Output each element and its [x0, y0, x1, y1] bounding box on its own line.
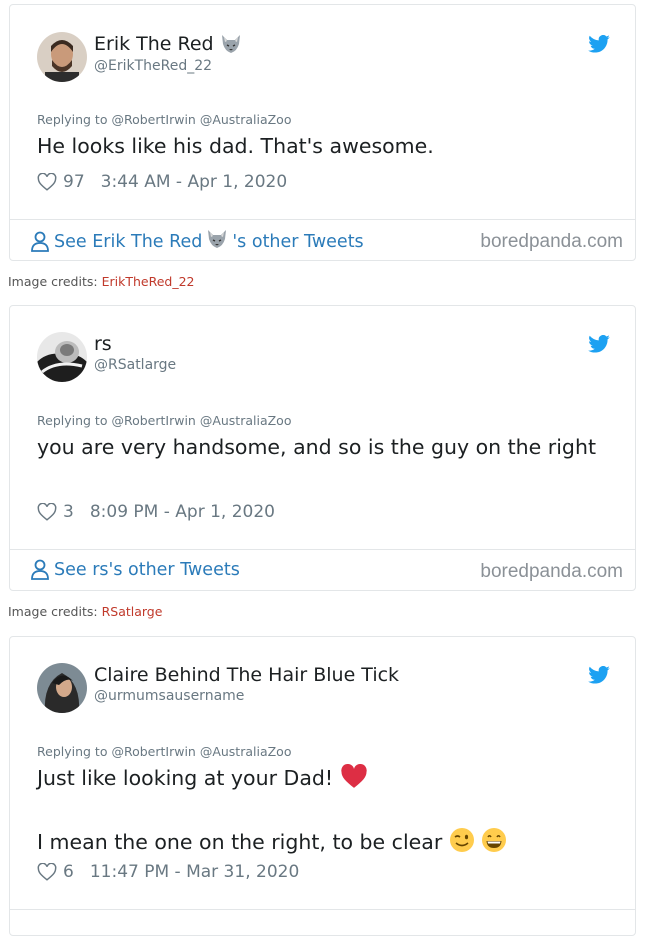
divider: [10, 549, 635, 550]
grinning-face-emoji-icon: [481, 827, 507, 861]
tweet-meta: 97 3:44 AM - Apr 1, 2020: [37, 172, 287, 192]
wolf-emoji-icon: [206, 229, 228, 254]
author-name[interactable]: Erik The Red: [94, 33, 242, 59]
see-other-tweets-link[interactable]: See rs's other Tweets: [30, 559, 240, 581]
replying-to: Replying to @RobertIrwin @AustraliaZoo: [37, 413, 292, 428]
like-count[interactable]: 6: [63, 862, 74, 882]
heart-outline-icon[interactable]: [37, 173, 57, 191]
tweet-text: you are very handsome, and so is the guy…: [37, 435, 596, 459]
tweet-meta: 6 11:47 PM - Mar 31, 2020: [37, 862, 299, 882]
heart-outline-icon[interactable]: [37, 503, 57, 521]
tweet-card-1: Erik The Red @ErikTheRed_22 Replying to …: [9, 4, 636, 261]
see-other-tweets-link[interactable]: See Erik The Red 's other Tweets: [30, 229, 364, 254]
divider: [10, 909, 635, 910]
replying-to: Replying to @RobertIrwin @AustraliaZoo: [37, 744, 292, 759]
like-count[interactable]: 97: [63, 172, 85, 192]
avatar[interactable]: [37, 332, 87, 382]
reply-mentions[interactable]: @RobertIrwin @AustraliaZoo: [111, 744, 291, 759]
replying-to: Replying to @RobertIrwin @AustraliaZoo: [37, 112, 292, 127]
watermark: boredpanda.com: [480, 561, 623, 582]
watermark: boredpanda.com: [480, 231, 623, 252]
reply-mentions[interactable]: @RobertIrwin @AustraliaZoo: [111, 112, 291, 127]
author-name[interactable]: rs: [94, 333, 112, 355]
author-handle[interactable]: @ErikTheRed_22: [94, 58, 212, 74]
author-handle[interactable]: @RSatlarge: [94, 357, 176, 373]
divider: [10, 219, 635, 220]
image-credit: Image credits: RSatlarge: [8, 604, 163, 619]
tweet-text: Just like looking at your Dad! I mean th…: [37, 763, 597, 861]
twitter-bird-icon[interactable]: [588, 35, 610, 53]
author-name[interactable]: Claire Behind The Hair Blue Tick: [94, 664, 399, 686]
red-heart-emoji-icon: [340, 763, 368, 797]
author-handle[interactable]: @urmumsausername: [94, 688, 244, 704]
like-count[interactable]: 3: [63, 502, 74, 522]
tweet-timestamp[interactable]: 8:09 PM - Apr 1, 2020: [90, 502, 275, 522]
tweet-timestamp[interactable]: 3:44 AM - Apr 1, 2020: [101, 172, 288, 192]
credit-link[interactable]: ErikTheRed_22: [102, 274, 195, 289]
avatar[interactable]: [37, 32, 87, 82]
person-icon: [31, 231, 49, 252]
reply-mentions[interactable]: @RobertIrwin @AustraliaZoo: [111, 413, 291, 428]
winking-face-emoji-icon: [449, 827, 475, 861]
tweet-meta: 3 8:09 PM - Apr 1, 2020: [37, 502, 275, 522]
tweet-card-3: Claire Behind The Hair Blue Tick @urmums…: [9, 636, 636, 936]
wolf-emoji-icon: [220, 34, 242, 59]
avatar[interactable]: [37, 663, 87, 713]
image-credit: Image credits: ErikTheRed_22: [8, 274, 195, 289]
credit-link[interactable]: RSatlarge: [102, 604, 163, 619]
twitter-bird-icon[interactable]: [588, 666, 610, 684]
heart-outline-icon[interactable]: [37, 863, 57, 881]
person-icon: [31, 559, 49, 580]
twitter-bird-icon[interactable]: [588, 335, 610, 353]
tweet-timestamp[interactable]: 11:47 PM - Mar 31, 2020: [90, 862, 299, 882]
tweet-text: He looks like his dad. That's awesome.: [37, 134, 434, 158]
tweet-text-line-1: Just like looking at your Dad!: [37, 763, 597, 797]
tweet-text-line-2: I mean the one on the right, to be clear: [37, 827, 597, 861]
tweet-card-2: rs @RSatlarge Replying to @RobertIrwin @…: [9, 305, 636, 591]
